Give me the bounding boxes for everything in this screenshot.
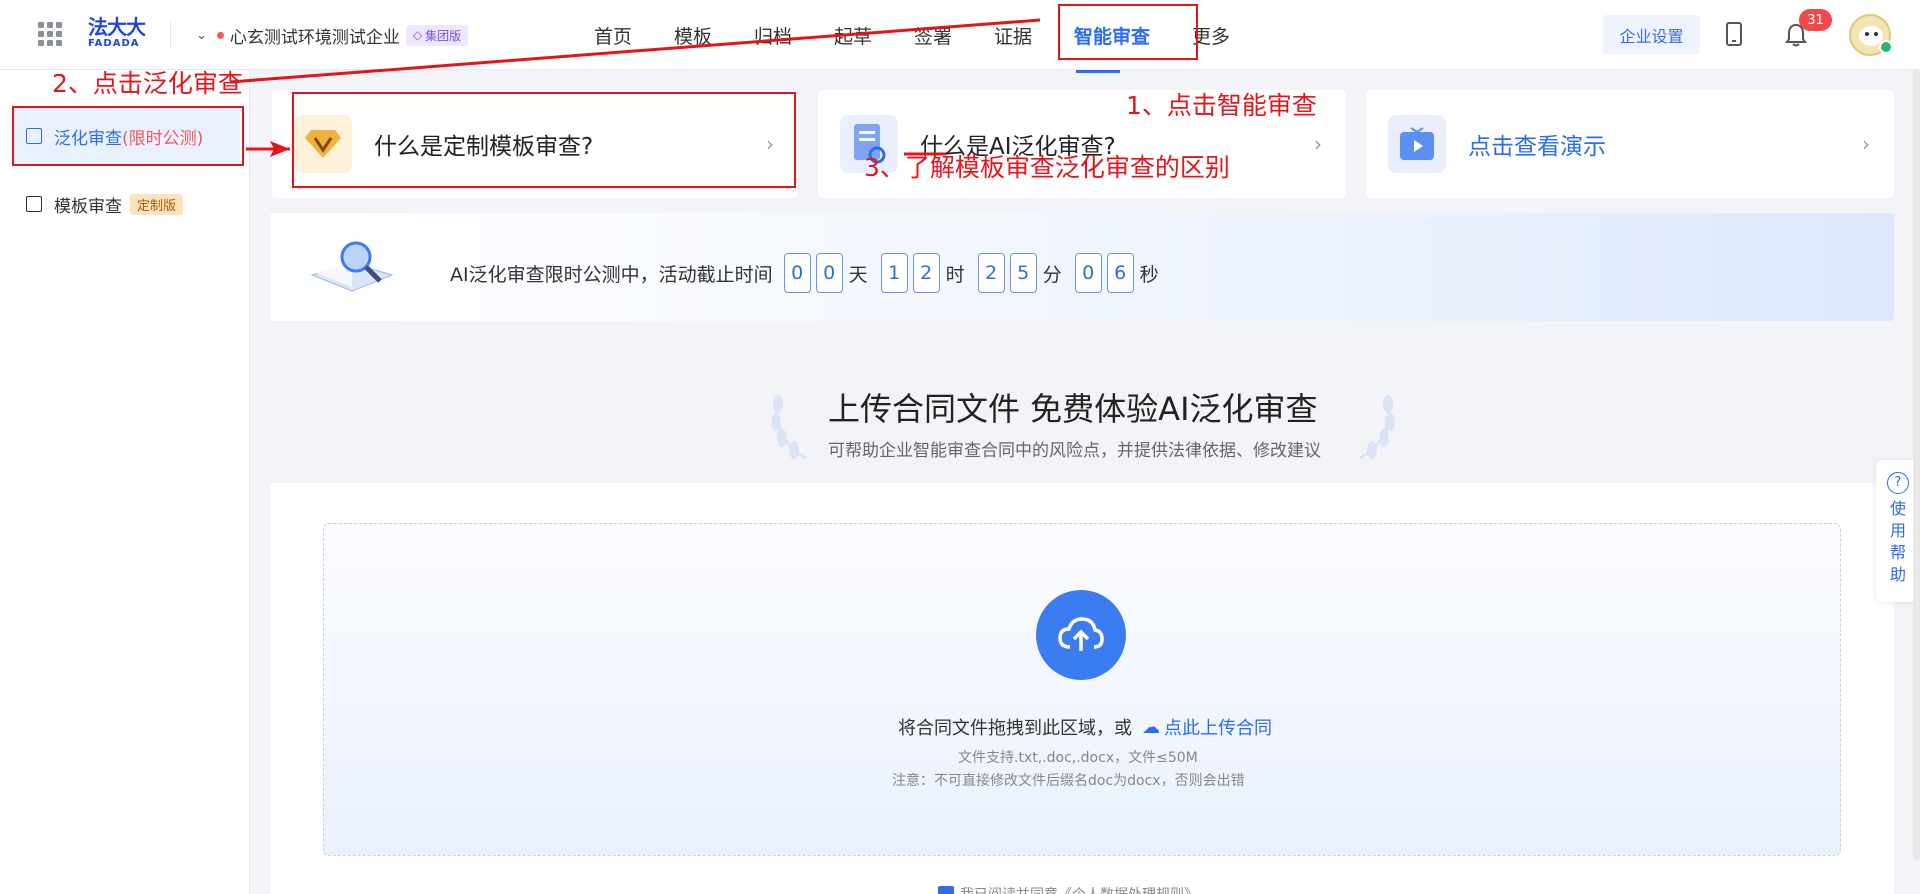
card-demo[interactable]: 点击查看演示 › xyxy=(1366,90,1894,198)
company-name: 心玄测试环境测试企业 xyxy=(229,27,400,48)
apps-grid-icon[interactable] xyxy=(38,22,62,46)
countdown-unit: 秒 xyxy=(1139,263,1159,286)
annotation-step1: 1、点击智能审查 xyxy=(1126,91,1317,120)
annotation-step3: 3、了解模板审查泛化审查的区别 xyxy=(864,153,1230,182)
plan-badge: ◇ 集团版 xyxy=(405,24,469,46)
cloud-upload-icon[interactable] xyxy=(1036,590,1126,680)
file-format-note: 文件支持.txt,.doc,.docx，文件≤50M xyxy=(958,750,1198,766)
annotation-step2: 2、点击泛化审查 xyxy=(52,69,243,98)
verified-icon xyxy=(1879,40,1893,54)
question-icon: ? xyxy=(1887,472,1909,494)
nav-archive[interactable]: 归档 xyxy=(754,22,834,50)
nav-templates[interactable]: 模板 xyxy=(674,22,754,50)
fadada-logo[interactable]: 法大大 FADADA xyxy=(88,16,152,52)
countdown-unit: 时 xyxy=(945,263,965,286)
header-divider xyxy=(170,22,171,48)
notification-badge: 31 xyxy=(1799,9,1832,31)
countdown-digit: 2 xyxy=(912,253,940,293)
top-header: 法大大 FADADA ⌄ 心玄测试环境测试企业 ◇ 集团版 首页 模板 归档 起… xyxy=(0,0,1920,73)
help-char: 助 xyxy=(1889,565,1906,584)
countdown-digit: 5 xyxy=(1009,253,1037,293)
annotation-box-nav xyxy=(1058,4,1198,60)
sidebar: 泛化审查 (限时公测) 模板审查 定制版 xyxy=(0,70,250,894)
countdown-unit: 分 xyxy=(1042,263,1062,286)
help-char: 用 xyxy=(1889,521,1906,540)
sidebar-item-template-review[interactable]: 模板审查 定制版 xyxy=(14,176,240,232)
agree-text: 我已阅读并同意《个人数据处理规则》 xyxy=(960,884,1198,894)
card-title: 点击查看演示 xyxy=(1468,134,1606,160)
countdown-digit: 2 xyxy=(977,253,1005,293)
laurel-right-icon xyxy=(1359,395,1395,460)
annotation-box-card xyxy=(292,92,796,188)
file-warning-note: 注意：不可直接修改文件后缀名doc为docx，否则会出错 xyxy=(892,773,1245,789)
logo-text-en: FADADA xyxy=(88,38,140,49)
countdown-digit: 0 xyxy=(783,253,811,293)
drop-text: 将合同文件拖拽到此区域，或 xyxy=(898,718,1132,739)
logo-text-cn: 法大大 xyxy=(88,15,146,39)
help-char: 帮 xyxy=(1889,543,1906,562)
annotation-box-sidebar xyxy=(12,106,244,166)
countdown-digit: 0 xyxy=(1074,253,1102,293)
tv-play-icon xyxy=(1388,115,1446,173)
upload-contract-link[interactable]: ☁ 点此上传合同 xyxy=(1142,714,1272,740)
nav-sign[interactable]: 签署 xyxy=(914,22,994,50)
diamond-icon: ◇ xyxy=(412,28,423,42)
company-switcher[interactable]: ⌄ 心玄测试环境测试企业 ◇ 集团版 xyxy=(196,23,469,48)
drop-instruction: 将合同文件拖拽到此区域，或 ☁ 点此上传合同 xyxy=(898,714,1272,740)
help-char: 使 xyxy=(1889,499,1906,518)
nav-draft[interactable]: 起草 xyxy=(834,22,914,50)
countdown-digit: 6 xyxy=(1106,253,1134,293)
countdown-digit: 1 xyxy=(880,253,908,293)
countdown-banner: AI泛化审查限时公测中，活动截止时间 0 0 天 1 2 时 2 5 分 0 6… xyxy=(270,213,1894,321)
book-magnifier-icon xyxy=(310,241,394,292)
upload-subtitle: 可帮助企业智能审查合同中的风险点，并提供法律依据、修改建议 xyxy=(828,441,1321,461)
status-dot xyxy=(216,31,224,39)
upload-title: 上传合同文件 免费体验AI泛化审查 xyxy=(828,390,1318,428)
chevron-down-icon: ⌄ xyxy=(196,27,207,43)
cloud-small-icon: ☁ xyxy=(1142,716,1160,738)
countdown-digit: 0 xyxy=(815,253,843,293)
countdown-text: AI泛化审查限时公测中，活动截止时间 0 0 天 1 2 时 2 5 分 0 6… xyxy=(450,253,1167,293)
file-dropzone[interactable] xyxy=(323,523,1841,856)
plan-badge-label: 集团版 xyxy=(425,28,462,43)
countdown-label: AI泛化审查限时公测中，活动截止时间 xyxy=(450,263,773,286)
nav-more[interactable]: 更多 xyxy=(1192,22,1272,50)
chevron-right-icon: › xyxy=(1862,132,1870,156)
laurel-left-icon xyxy=(771,395,807,460)
chevron-right-icon: › xyxy=(1314,132,1322,156)
mobile-icon[interactable] xyxy=(1726,22,1742,46)
countdown-unit: 天 xyxy=(848,263,868,286)
page-scrollbar[interactable] xyxy=(1913,70,1920,860)
agreement-row[interactable]: 我已阅读并同意《个人数据处理规则》 xyxy=(938,884,1198,894)
agree-checkbox[interactable] xyxy=(938,886,954,894)
enterprise-settings-button[interactable]: 企业设置 xyxy=(1603,15,1700,54)
document-search-icon xyxy=(26,196,42,212)
nav-home[interactable]: 首页 xyxy=(594,22,674,50)
custom-edition-tag: 定制版 xyxy=(130,193,184,215)
upload-link-label: 点此上传合同 xyxy=(1164,718,1272,739)
sidebar-item-label: 模板审查 xyxy=(54,196,122,217)
